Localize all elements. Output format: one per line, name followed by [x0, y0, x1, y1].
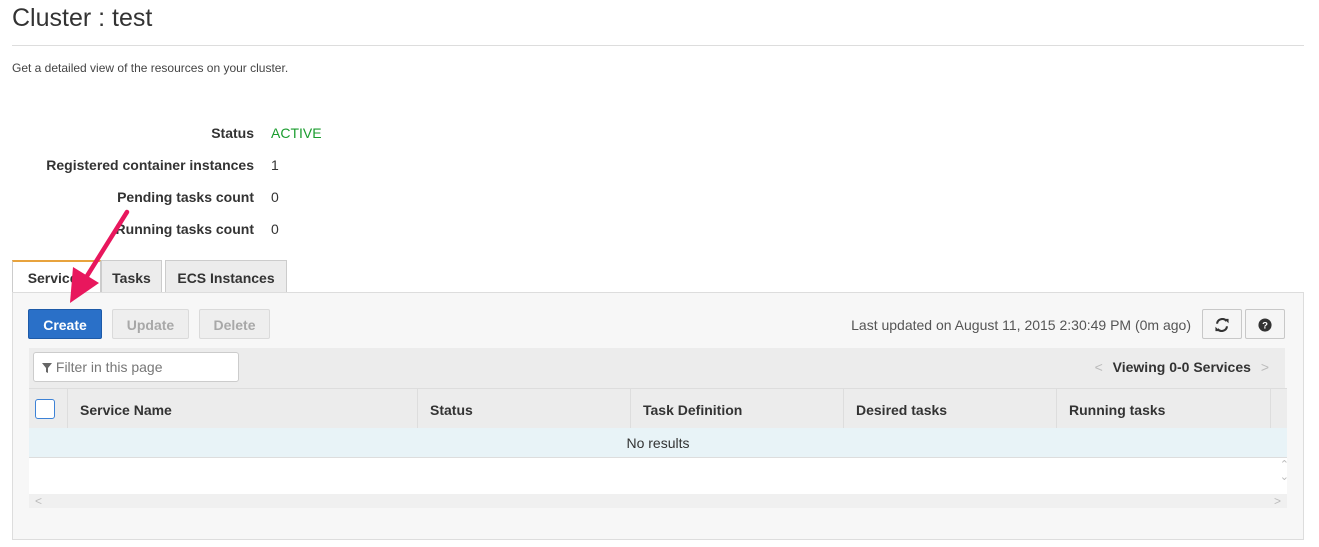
filter-icon	[42, 363, 52, 373]
registered-instances-label: Registered container instances	[46, 157, 254, 173]
scroll-left-icon[interactable]: <	[35, 494, 42, 508]
help-button[interactable]: ?	[1245, 309, 1285, 339]
svg-text:?: ?	[1262, 321, 1268, 332]
filter-placeholder: Filter in this page	[55, 359, 163, 375]
pending-tasks-row: Pending tasks count 0	[0, 189, 400, 209]
running-tasks-row: Running tasks count 0	[0, 221, 400, 241]
status-label: Status	[211, 125, 254, 141]
scroll-right-icon[interactable]: >	[1274, 494, 1281, 508]
filter-bar: Filter in this page < Viewing 0-0 Servic…	[29, 348, 1285, 388]
delete-button[interactable]: Delete	[199, 309, 270, 339]
pending-tasks-label: Pending tasks count	[117, 189, 254, 205]
registered-instances-row: Registered container instances 1	[0, 157, 400, 177]
title-divider	[12, 45, 1304, 46]
column-task-definition[interactable]: Task Definition	[630, 389, 843, 429]
refresh-icon	[1215, 318, 1229, 332]
previous-page-icon[interactable]: <	[1095, 359, 1103, 375]
registered-instances-value: 1	[271, 157, 279, 173]
column-desired-tasks[interactable]: Desired tasks	[843, 389, 1056, 429]
refresh-button[interactable]	[1202, 309, 1242, 339]
filter-input[interactable]: Filter in this page	[33, 352, 239, 382]
table-header: Service Name Status Task Definition Desi…	[29, 388, 1287, 429]
help-icon: ?	[1258, 318, 1272, 332]
select-all-checkbox[interactable]	[35, 399, 55, 419]
status-row: Status ACTIVE	[0, 125, 400, 145]
page-subtitle: Get a detailed view of the resources on …	[12, 61, 289, 75]
column-service-name[interactable]: Service Name	[67, 389, 417, 429]
horizontal-scrollbar[interactable]: < >	[29, 494, 1287, 508]
column-status[interactable]: Status	[417, 389, 630, 429]
tab-services[interactable]: Services	[12, 260, 101, 293]
status-value: ACTIVE	[271, 125, 322, 141]
page-title: Cluster : test	[12, 4, 153, 32]
pagination: < Viewing 0-0 Services >	[1089, 359, 1275, 375]
vertical-scrollbar[interactable]: ⌃ ⌄	[1280, 459, 1289, 483]
tab-ecs-instances[interactable]: ECS Instances	[165, 260, 287, 293]
next-page-icon[interactable]: >	[1261, 359, 1269, 375]
tab-tasks[interactable]: Tasks	[101, 260, 162, 293]
running-tasks-label: Running tasks count	[115, 221, 254, 237]
viewing-count: Viewing 0-0 Services	[1112, 359, 1251, 375]
create-button[interactable]: Create	[28, 309, 102, 339]
table-body	[29, 458, 1287, 494]
column-running-tasks[interactable]: Running tasks	[1056, 389, 1271, 429]
running-tasks-value: 0	[271, 221, 279, 237]
update-button[interactable]: Update	[112, 309, 189, 339]
services-panel: Create Update Delete Last updated on Aug…	[12, 292, 1304, 540]
pending-tasks-value: 0	[271, 189, 279, 205]
empty-table-message: No results	[29, 428, 1287, 458]
last-updated-text: Last updated on August 11, 2015 2:30:49 …	[851, 317, 1191, 333]
